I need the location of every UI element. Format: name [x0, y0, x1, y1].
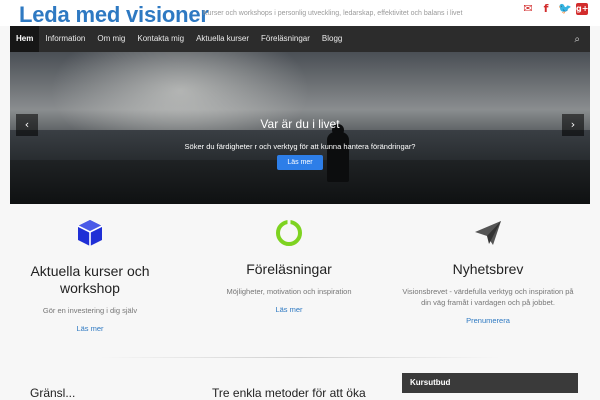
feature-link[interactable]: Prenumerera	[398, 316, 578, 325]
nav-item-hem[interactable]: Hem	[10, 26, 40, 52]
post-title-left[interactable]: Gränsl...	[30, 386, 75, 400]
hero-read-more-button[interactable]: Läs mer	[277, 155, 323, 170]
feature-text: Möjligheter, motivation och inspiration	[226, 287, 352, 296]
search-icon[interactable]: ⌕	[574, 34, 580, 45]
mail-icon[interactable]: ✉	[522, 3, 534, 15]
feature-link[interactable]: Läs mer	[0, 324, 180, 333]
site-logo[interactable]: Leda med visioner	[19, 2, 209, 28]
nav-item-om-mig[interactable]: Om mig	[91, 26, 131, 52]
feature-title: Föreläsningar	[246, 261, 332, 277]
hero-person	[327, 132, 349, 182]
google-plus-icon[interactable]: g+	[576, 3, 588, 15]
main-nav: Hem Information Om mig Kontakta mig Aktu…	[10, 26, 590, 52]
page: Leda med visioner Kurser och workshops i…	[0, 0, 600, 400]
feature-title: Aktuella kurser och workshop	[30, 263, 150, 296]
hero-subtitle: Söker du färdigheter r och verktyg för a…	[184, 142, 416, 151]
site-tagline: Kurser och workshops i personlig utveckl…	[203, 10, 463, 17]
feature-courses: Aktuella kurser och workshop Gör en inve…	[0, 218, 180, 333]
feature-lectures: Föreläsningar Möjligheter, motivation oc…	[199, 218, 379, 314]
ring-icon	[276, 219, 302, 246]
nav-item-kontakta-mig[interactable]: Kontakta mig	[131, 26, 190, 52]
feature-link[interactable]: Läs mer	[199, 305, 379, 314]
twitter-icon[interactable]: 🐦	[558, 3, 572, 15]
facebook-icon[interactable]: f	[540, 3, 552, 15]
nav-item-aktuella-kurser[interactable]: Aktuella kurser	[190, 26, 255, 52]
section-divider	[100, 357, 500, 358]
cube-icon	[77, 220, 103, 246]
feature-title: Nyhetsbrev	[452, 261, 524, 277]
social-links: ✉ f 🐦 g+	[522, 3, 588, 15]
feature-newsletter: Nyhetsbrev Visionsbrevet - värdefulla ve…	[398, 218, 578, 325]
feature-text: Gör en investering i dig själv	[42, 306, 138, 315]
nav-item-blogg[interactable]: Blogg	[316, 26, 348, 52]
feature-text: Visionsbrevet - värdefulla verktyg och i…	[402, 287, 574, 307]
widget-header-kursutbud: Kursutbud	[402, 373, 578, 393]
top-header: Leda med visioner Kurser och workshops i…	[0, 0, 600, 28]
hero-title: Var är du i livet	[260, 117, 340, 131]
hero-slider: ‹ › Var är du i livet Söker du färdighet…	[10, 52, 590, 204]
paper-plane-icon	[475, 221, 501, 245]
post-title-middle[interactable]: Tre enkla metoder för att öka	[212, 386, 366, 400]
nav-item-forelasningar[interactable]: Föreläsningar	[255, 26, 316, 52]
nav-item-information[interactable]: Information	[39, 26, 91, 52]
